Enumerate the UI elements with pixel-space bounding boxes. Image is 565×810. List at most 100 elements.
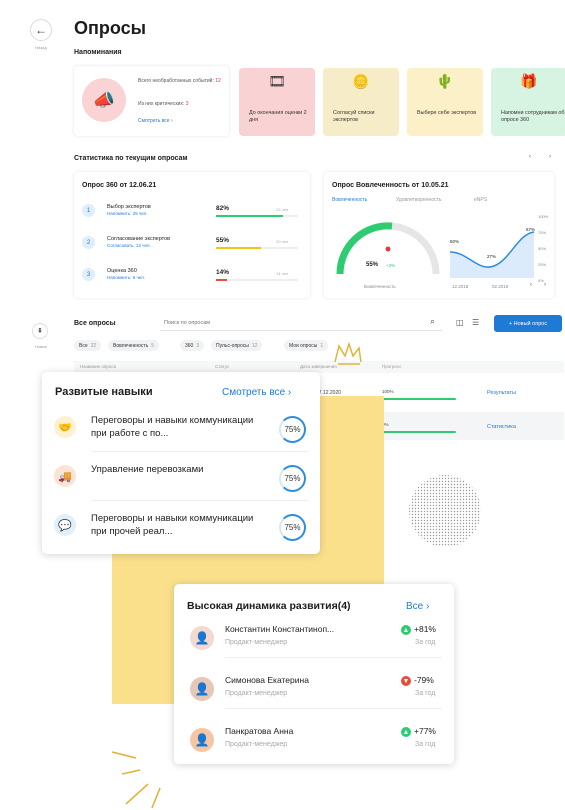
filter-chip-1[interactable]: Все 32 [74, 340, 102, 351]
x-tick-1: 12.2018 [452, 284, 469, 289]
dynamics-title: Высокая динамика развития(4) [187, 600, 351, 612]
survey360-title: Опрос 360 от 12.06.21 [82, 182, 157, 189]
engagement-trend-chart [449, 231, 535, 278]
gauge-label: Вовлеченность [364, 284, 396, 289]
avatar: 👤 [190, 626, 214, 650]
row1-progress: 100% [382, 389, 394, 394]
reminder-tile-4[interactable]: 🎁 Напомни сотрудникам об опросе 360 [491, 68, 565, 136]
reminder-tile-3[interactable]: 🌵 Выбере себе экспертов [407, 68, 483, 136]
filter-chip-5[interactable]: Мои опросы 1 [284, 340, 329, 351]
back-button[interactable]: ← [30, 19, 52, 41]
skill-name[interactable]: Переговоры и навыки коммуникации при про… [91, 512, 269, 538]
new-survey-button[interactable]: + Новый опрос [494, 315, 562, 332]
search-input[interactable] [160, 316, 442, 331]
person-name[interactable]: Симонова Екатерина [225, 675, 309, 685]
tab-enps[interactable]: eNPS [474, 197, 487, 203]
skill-percent: 75% [279, 465, 306, 492]
y-tick: 50% [538, 246, 547, 251]
point-label-1: 50% [450, 239, 460, 244]
dynamics-all-link[interactable]: Все › [406, 601, 429, 612]
avatar: 👤 [190, 728, 214, 752]
reminder-tile-2[interactable]: 🪙 Согласуй списки экспертов [323, 68, 399, 136]
reminders-summary-card: 📣 Всего необработанных событий: 12 Из ни… [74, 66, 229, 136]
chip-label: 360 [185, 343, 194, 349]
step-remind-link[interactable]: Напомнить: 25 чел. [107, 211, 148, 216]
skill-percent: 75% [279, 514, 306, 541]
person-role: Продакт-менеджер [225, 690, 288, 697]
skills-see-all-link[interactable]: Смотреть все › [222, 387, 291, 398]
next-arrow-icon[interactable]: › [549, 154, 551, 160]
person-delta: +81% [414, 624, 436, 634]
step-percent: 82% [216, 205, 230, 212]
reminder-tile-icon: 🎞 [268, 73, 286, 89]
step-percent: 55% [216, 237, 230, 244]
filter-chip-4[interactable]: Пульс-опросы 12 [211, 340, 263, 351]
prev-arrow-icon[interactable]: ‹ [529, 154, 531, 160]
gauge-value: 55% [366, 262, 379, 268]
filter-chip-2[interactable]: Вовлеченность 5 [108, 340, 160, 351]
step-remind-link[interactable]: Напомнить: 6 чел. [107, 275, 145, 280]
list-view-icon[interactable]: ☰ [472, 318, 479, 327]
y-tick: 25% [538, 262, 547, 267]
chat-icon: 💬 [54, 514, 76, 536]
dynamics-panel: Высокая динамика развития(4) Все › 👤 Конс… [174, 584, 454, 764]
y-tick: 75% [538, 230, 547, 235]
row2-progress-bar [382, 431, 456, 433]
row1-progress-bar [382, 398, 456, 400]
step-number: 1 [82, 204, 95, 217]
handshake-icon: 🤝 [54, 416, 76, 438]
step-percent: 14% [216, 269, 230, 276]
step-number: 2 [82, 236, 95, 249]
card-view-icon[interactable]: ◫ [456, 318, 464, 327]
engagement-card: Опрос Вовлеченность от 10.05.21 Вовлечен… [324, 172, 554, 298]
megaphone-icon: 📣 [82, 78, 126, 122]
chart-prev-icon[interactable]: ‹ [530, 282, 532, 288]
sparkle-decor-icon [334, 341, 362, 365]
chip-label: Все [79, 343, 88, 349]
dotted-circle-decor [409, 475, 481, 547]
chip-count: 1 [320, 343, 324, 349]
total-label: Всего необработанных событий: [138, 78, 214, 84]
chevron-right-icon: › [170, 118, 173, 124]
person-name[interactable]: Панкратова Анна [225, 726, 293, 736]
skill-name[interactable]: Переговоры и навыки коммуникации при раб… [91, 414, 269, 440]
engagement-gauge [336, 222, 440, 275]
critical-label: Из них критических: [138, 101, 185, 107]
row1-results-link[interactable]: Результаты [487, 390, 516, 396]
reminder-tile-1[interactable]: 🎞 До окончания оценки 2 дня [239, 68, 315, 136]
row2-stats-link[interactable]: Статистика [487, 424, 516, 430]
col-name: Название опроса [80, 364, 117, 369]
arrow-up-icon: ▲ [401, 727, 411, 737]
chip-count: 5 [151, 343, 155, 349]
person-delta: -79% [414, 675, 434, 685]
search-icon[interactable]: ⌕ [430, 316, 435, 327]
step-progress-bar [216, 279, 228, 281]
tab-satisfaction[interactable]: Удовлетворенность [396, 197, 442, 203]
divider [225, 657, 442, 658]
see-all-reminders-link[interactable]: Смотреть все › [138, 118, 173, 124]
filter-chip-3[interactable]: 360 3 [180, 340, 205, 351]
avatar: 👤 [190, 677, 214, 701]
person-period: За год [415, 741, 436, 748]
chip-count: 3 [196, 343, 200, 349]
divider [91, 500, 309, 501]
pin-icon[interactable]: ⇞ [32, 323, 48, 339]
step-track [216, 279, 298, 281]
arrow-up-icon: ▲ [401, 625, 411, 635]
step-name: Выбор экспертов [107, 204, 151, 210]
chevron-right-icon: › [426, 601, 430, 612]
tab-engagement[interactable]: Вовлеченность [332, 197, 367, 203]
gauge-delta: +3% [386, 263, 396, 268]
col-status: Статус [215, 364, 230, 369]
step-remind-link[interactable]: Согласовать: 13 чел. [107, 243, 151, 248]
arrow-down-icon: ▼ [401, 676, 411, 686]
skill-name[interactable]: Управление перевозками [91, 463, 269, 476]
y-tick: 0% [538, 278, 544, 283]
skills-see-all-label: Смотреть все [222, 387, 286, 398]
point-label-2: 27% [487, 254, 497, 259]
person-name[interactable]: Константин Константиноп... [225, 624, 334, 634]
chart-next-icon[interactable]: › [544, 282, 546, 288]
person-role: Продакт-менеджер [225, 741, 288, 748]
reminder-tile-text: Согласуй списки экспертов [333, 110, 375, 123]
x-tick-2: 02.2019 [492, 284, 509, 289]
